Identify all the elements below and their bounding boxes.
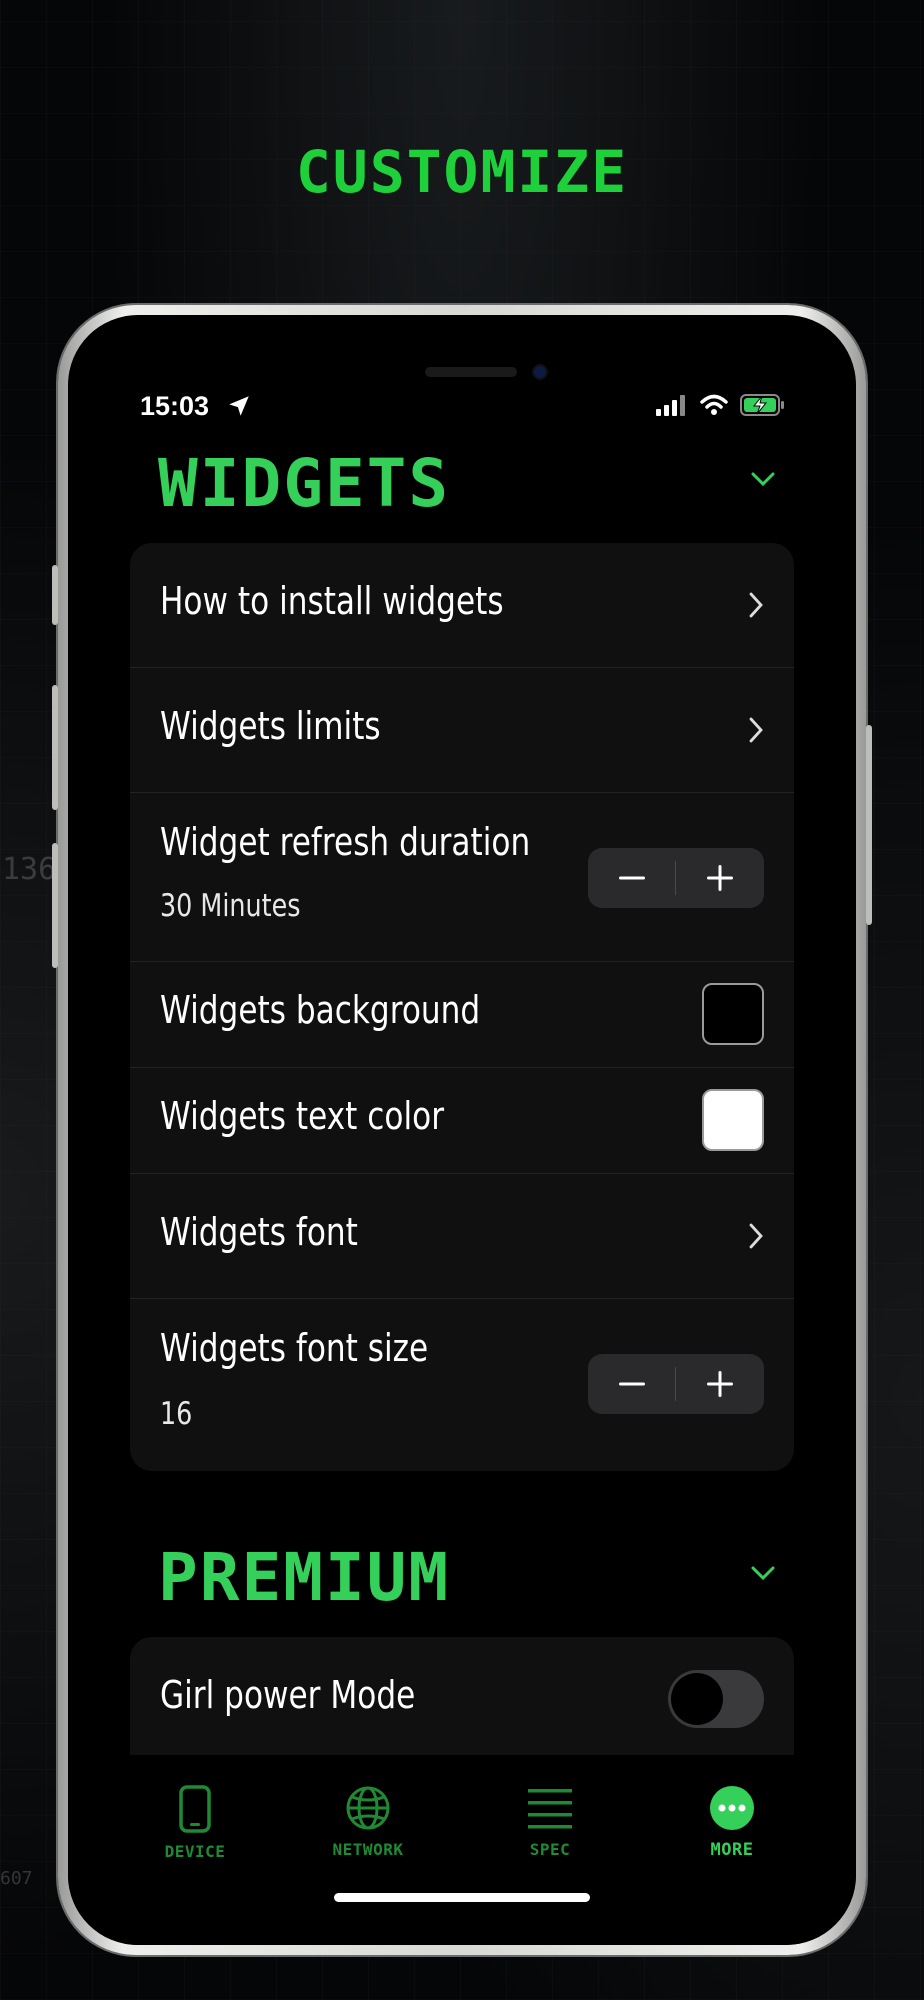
refresh-duration-row: Widget refresh duration 30 Minutes xyxy=(130,792,794,962)
side-button xyxy=(52,843,58,968)
location-arrow-icon xyxy=(229,396,249,416)
section-title: PREMIUM xyxy=(158,1539,451,1616)
background-number: 607 xyxy=(0,1868,33,1889)
minus-icon xyxy=(618,1382,645,1386)
status-time: 15:03 xyxy=(140,391,210,421)
tab-bar: DEVICE NETWORK SPEC MORE xyxy=(68,1755,856,1945)
speaker xyxy=(425,367,517,377)
refresh-duration-stepper[interactable] xyxy=(588,848,764,908)
minus-icon xyxy=(618,876,645,880)
side-button xyxy=(52,685,58,810)
chevron-right-icon xyxy=(749,1223,763,1249)
row-label: How to install widgets xyxy=(160,579,504,623)
widgets-limits-row[interactable]: Widgets limits xyxy=(130,667,794,793)
phone-icon xyxy=(179,1785,211,1833)
chevron-down-icon[interactable] xyxy=(750,1565,776,1581)
side-button xyxy=(52,565,58,625)
premium-section-header[interactable]: PREMIUM xyxy=(68,1539,856,1629)
tab-label: MORE xyxy=(710,1840,754,1860)
camera xyxy=(534,366,546,378)
row-label: Widgets font xyxy=(160,1210,358,1254)
tab-label: SPEC xyxy=(529,1840,571,1859)
toggle-knob xyxy=(671,1673,723,1725)
font-size-row: Widgets font size 16 xyxy=(130,1298,794,1471)
home-indicator[interactable] xyxy=(334,1893,590,1902)
widgets-text-color-row[interactable]: Widgets text color xyxy=(130,1067,794,1174)
row-label: Widgets background xyxy=(160,988,481,1032)
refresh-duration-value: 30 Minutes xyxy=(160,888,301,924)
girl-power-mode-toggle[interactable] xyxy=(668,1670,764,1728)
row-label: Widgets text color xyxy=(160,1094,445,1138)
decrement-button[interactable] xyxy=(588,1354,675,1414)
tab-network[interactable]: NETWORK xyxy=(298,1785,438,1859)
increment-button[interactable] xyxy=(676,1354,763,1414)
row-label: Widgets font size xyxy=(160,1326,429,1370)
text-color-swatch[interactable] xyxy=(702,1089,764,1151)
background-color-swatch[interactable] xyxy=(702,983,764,1045)
section-title: WIDGETS xyxy=(158,445,451,522)
tab-device[interactable]: DEVICE xyxy=(125,1785,265,1861)
girl-power-mode-row: Girl power Mode xyxy=(130,1637,794,1761)
cellular-signal-icon xyxy=(656,395,685,416)
row-label: Girl power Mode xyxy=(160,1673,416,1717)
increment-button[interactable] xyxy=(676,848,763,908)
status-bar: 15:03 xyxy=(68,385,856,425)
tab-spec[interactable]: SPEC xyxy=(480,1785,620,1859)
tab-more[interactable]: MORE xyxy=(662,1785,802,1860)
tab-label: DEVICE xyxy=(164,1842,226,1861)
battery-charging-icon xyxy=(740,394,784,416)
phone-frame: 15:03 WIDGETS How to install widgets Wid… xyxy=(52,305,872,1955)
background-number: 136 xyxy=(2,852,57,887)
wifi-icon xyxy=(700,394,728,415)
chevron-right-icon xyxy=(749,717,763,743)
row-label: Widget refresh duration xyxy=(160,820,531,864)
plus-icon xyxy=(706,1371,733,1397)
widgets-settings-card: How to install widgets Widgets limits Wi… xyxy=(130,543,794,1471)
list-icon xyxy=(528,1789,572,1829)
widgets-font-row[interactable]: Widgets font xyxy=(130,1173,794,1299)
globe-icon xyxy=(346,1786,390,1830)
widgets-section-header[interactable]: WIDGETS xyxy=(68,445,856,535)
decrement-button[interactable] xyxy=(588,848,675,908)
page-headline: CUSTOMIZE xyxy=(295,138,629,206)
chevron-down-icon[interactable] xyxy=(750,471,776,487)
font-size-stepper[interactable] xyxy=(588,1354,764,1414)
install-widgets-row[interactable]: How to install widgets xyxy=(130,543,794,668)
more-icon xyxy=(710,1786,754,1830)
side-button xyxy=(866,725,872,925)
row-label: Widgets limits xyxy=(160,704,381,748)
phone-screen: 15:03 WIDGETS How to install widgets Wid… xyxy=(68,315,856,1945)
chevron-right-icon xyxy=(749,592,763,618)
widgets-background-row[interactable]: Widgets background xyxy=(130,961,794,1068)
tab-label: NETWORK xyxy=(332,1840,404,1859)
plus-icon xyxy=(706,865,733,891)
font-size-value: 16 xyxy=(160,1396,193,1432)
